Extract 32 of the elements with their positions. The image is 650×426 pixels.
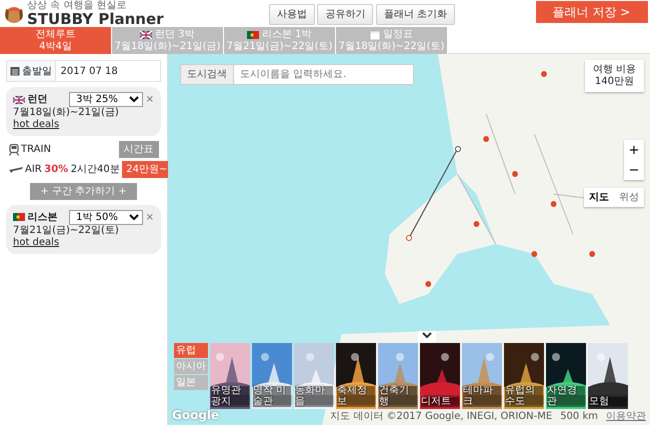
calendar-icon [370,30,380,40]
hot-deals-link[interactable]: hot deals [13,236,60,248]
departure-date: 2017 07 18 [60,64,119,78]
stay-select[interactable]: 1박 50% [69,210,144,224]
train-icon [8,144,18,156]
city-name: 런던 [28,93,48,107]
dog-logo-icon [2,4,24,24]
flag-icon [13,96,25,104]
header-button[interactable]: 공유하기 [317,4,374,24]
tagline: 상상 속 여행을 현실로 [27,0,128,11]
tab[interactable]: 전체루트 4박4일 [0,27,112,54]
transport-label: TRAIN [21,143,51,157]
calendar-icon [10,66,20,76]
city-name: 리스본 [28,210,58,224]
flag-icon [247,30,260,39]
close-icon[interactable]: × [146,210,154,224]
hot-deals-link[interactable]: hot deals [13,119,60,130]
logo-text: STUBBY Planner [27,10,164,28]
departure-label: 출발일 [7,61,56,81]
city-dates: 7월18일(화)~21일(금) hot deals [13,107,120,131]
city-dates: 7월21일(금)~22일(토) hot deals [13,224,120,248]
duration-text: 2시간40분 [70,162,120,176]
transport-label: AIR [25,162,42,176]
discount-text: 30% [44,162,68,176]
airplane-icon [8,165,22,173]
save-planner-button[interactable]: 플래너 저장 > [536,1,648,23]
header-button[interactable]: 플래너 초기화 [376,4,455,24]
stay-select[interactable]: 3박 25% [69,92,144,107]
close-icon[interactable]: × [146,92,154,107]
header-button[interactable]: 사용법 [268,4,315,24]
flag-icon [13,213,25,221]
flag-icon [140,30,152,39]
